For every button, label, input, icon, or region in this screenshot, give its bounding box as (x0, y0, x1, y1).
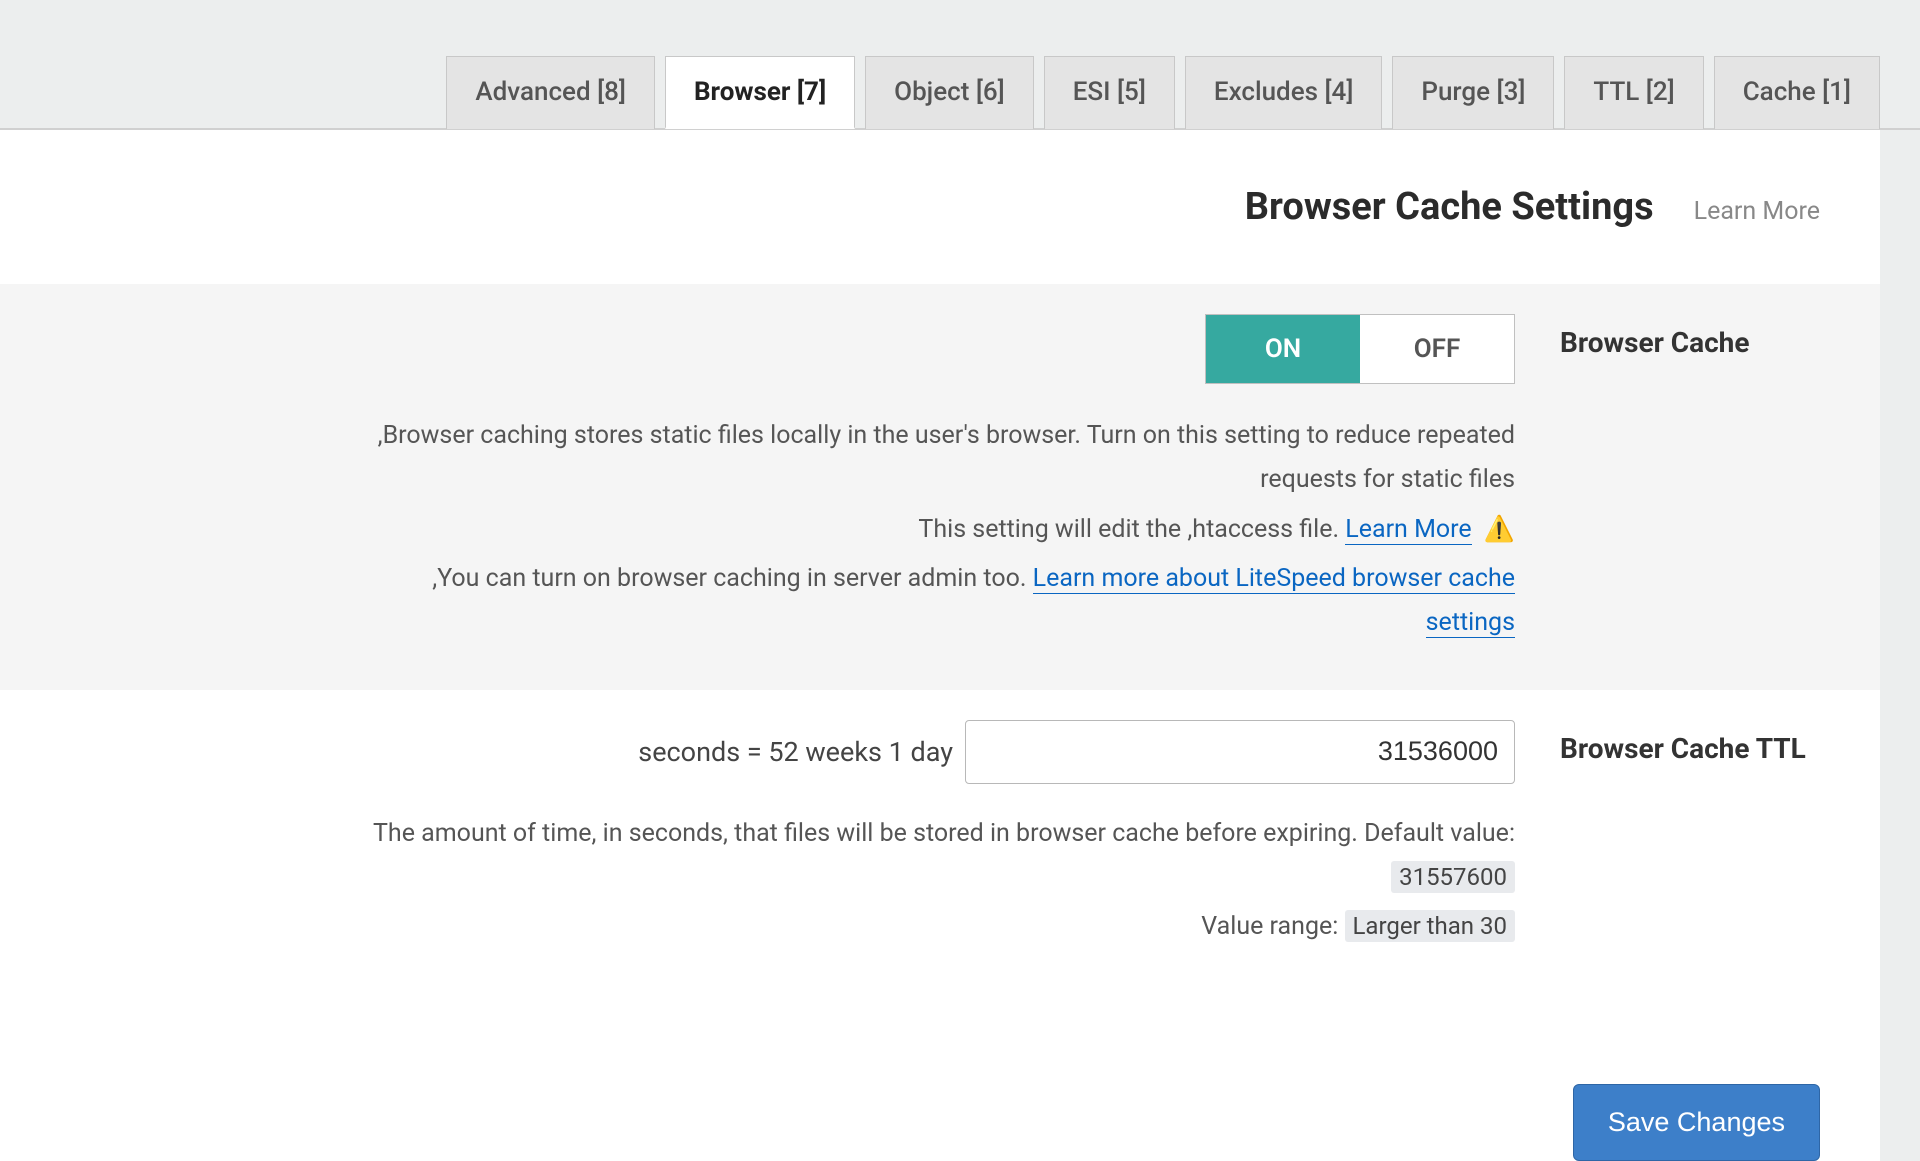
tab-advanced[interactable]: Advanced [8] (446, 56, 655, 129)
page-header: Browser Cache Settings Learn More (0, 130, 1880, 284)
warning-icon: ⚠️ (1484, 508, 1515, 552)
tab-esi[interactable]: ESI [5] (1044, 56, 1175, 129)
htaccess-warning-text: This setting will edit the ,htaccess fil… (918, 515, 1345, 544)
ttl-range-line: Value range: Larger than 30 (1201, 905, 1515, 949)
page-title: Browser Cache Settings (1245, 185, 1654, 229)
browser-cache-label: Browser Cache (1560, 314, 1820, 359)
ttl-default-value: 31557600 (1391, 861, 1515, 893)
tab-cache[interactable]: Cache [1] (1714, 56, 1880, 129)
toggle-on-button[interactable]: ON (1206, 315, 1360, 383)
browser-cache-description: ,Browser caching stores static files loc… (365, 414, 1515, 502)
tab-browser[interactable]: Browser [7] (665, 56, 855, 129)
ttl-conversion-hint: seconds = 52 weeks 1 day (638, 736, 953, 768)
section-browser-cache-ttl: seconds = 52 weeks 1 day The amount of t… (0, 690, 1880, 994)
tab-excludes[interactable]: Excludes [4] (1185, 56, 1382, 129)
browser-cache-ttl-label: Browser Cache TTL (1560, 720, 1820, 765)
ttl-desc-text: The amount of time, in seconds, that fil… (373, 819, 1515, 848)
toggle-off-button[interactable]: OFF (1360, 315, 1514, 383)
tab-object[interactable]: Object [6] (865, 56, 1034, 129)
ttl-description: The amount of time, in seconds, that fil… (365, 812, 1515, 900)
section-browser-cache: ON OFF ,Browser caching stores static fi… (0, 284, 1880, 690)
htaccess-learn-more-link[interactable]: Learn More (1345, 515, 1471, 545)
litespeed-learn-more-link[interactable]: Learn more about LiteSpeed browser cache… (1033, 564, 1515, 638)
tabs-bar: Advanced [8] Browser [7] Object [6] ESI … (0, 0, 1920, 130)
server-admin-line: ,You can turn on browser caching in serv… (365, 557, 1515, 645)
ttl-range-value: Larger than 30 (1345, 910, 1516, 942)
learn-more-link[interactable]: Learn More (1694, 197, 1820, 226)
tab-ttl[interactable]: TTL [2] (1564, 56, 1703, 129)
tab-purge[interactable]: Purge [3] (1392, 56, 1554, 129)
browser-cache-toggle[interactable]: ON OFF (1205, 314, 1515, 384)
save-changes-button[interactable]: Save Changes (1573, 1084, 1820, 1161)
server-admin-text: ,You can turn on browser caching in serv… (432, 564, 1032, 593)
htaccess-warning-line: This setting will edit the ,htaccess fil… (918, 508, 1515, 552)
ttl-range-prefix: Value range: (1201, 912, 1344, 941)
ttl-input[interactable] (965, 720, 1515, 784)
footer: Save Changes (0, 994, 1880, 1161)
